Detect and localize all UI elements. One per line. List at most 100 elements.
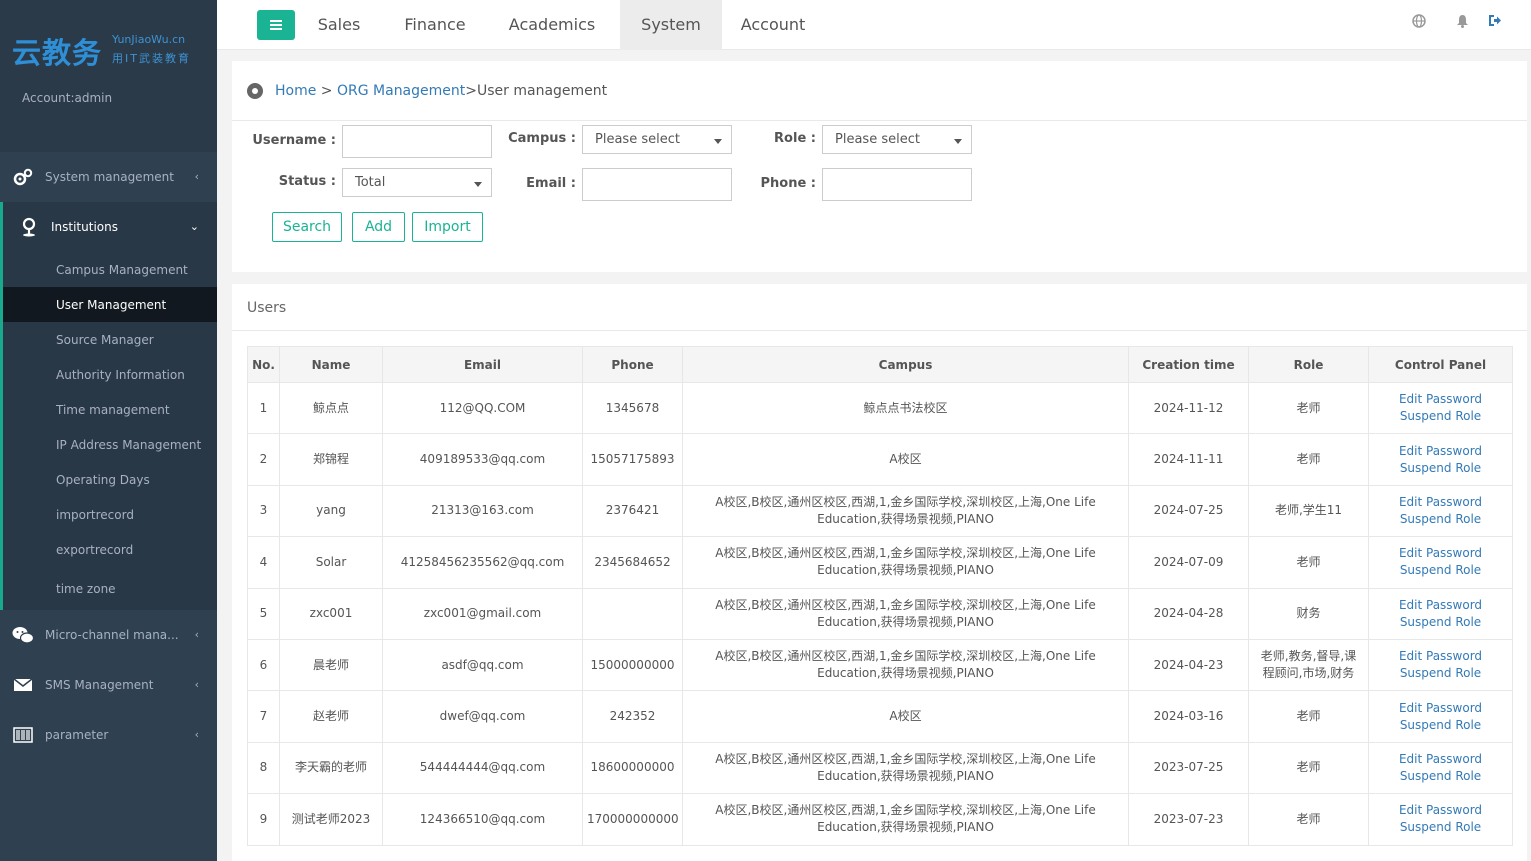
caret-down-icon [714, 139, 722, 144]
tab-sales[interactable]: Sales [299, 0, 379, 50]
campus-label: Campus : [508, 131, 576, 146]
sidebar-item-label: Institutions [51, 220, 118, 234]
cell-campus: A校区,B校区,通州区校区,西湖,1,金乡国际学校,深圳校区,上海,One Li… [682, 484, 1129, 538]
sidebar-sub-operating-days[interactable]: Operating Days [3, 462, 217, 497]
institutions-submenu: Campus Management User Management Source… [0, 252, 217, 610]
sidebar-item-parameter[interactable]: parameter ‹ [0, 710, 217, 760]
suspend-role-link[interactable]: Suspend Role [1373, 562, 1508, 579]
cell-name: 李天霸的老师 [279, 741, 383, 795]
top-navbar: Sales Finance Academics System Account [217, 0, 1531, 50]
sidebar-sub-authority-information[interactable]: Authority Information [3, 357, 217, 392]
username-input[interactable] [342, 125, 492, 158]
logo-area: 云教务 YunJiaoWu.cn 用IT武装教育 Account:admin [0, 0, 217, 152]
edit-password-link[interactable]: Edit Password [1373, 494, 1508, 511]
edit-password-link[interactable]: Edit Password [1373, 648, 1508, 665]
logo-domain: YunJiaoWu.cn [112, 33, 186, 46]
cell-campus: A校区,B校区,通州区校区,西湖,1,金乡国际学校,深圳校区,上海,One Li… [682, 587, 1129, 640]
tab-finance[interactable]: Finance [389, 0, 481, 50]
import-button[interactable]: Import [412, 212, 483, 242]
edit-password-link[interactable]: Edit Password [1373, 700, 1508, 717]
chevron-left-icon: ‹ [194, 628, 199, 641]
users-panel: Users No. Name Email Phone Campus Creati… [232, 284, 1527, 861]
cell-email: 544444444@qq.com [382, 741, 583, 795]
breadcrumb-home[interactable]: Home [275, 83, 316, 99]
cell-control-panel: Edit Password Suspend Role [1368, 741, 1513, 795]
email-label: Email : [526, 176, 576, 191]
cell-campus: A校区,B校区,通州区校区,西湖,1,金乡国际学校,深圳校区,上海,One Li… [682, 793, 1129, 846]
email-input[interactable] [582, 168, 732, 201]
sidebar-item-system-management[interactable]: System management ‹ [0, 152, 217, 202]
cell-email: dwef@qq.com [382, 690, 583, 743]
sidebar-sub-ip-address-management[interactable]: IP Address Management [3, 427, 217, 462]
cell-control-panel: Edit Password Suspend Role [1368, 793, 1513, 846]
cell-no: 9 [247, 793, 280, 846]
logout-icon[interactable] [1488, 14, 1502, 31]
cell-control-panel: Edit Password Suspend Role [1368, 433, 1513, 486]
column-header-control-panel: Control Panel [1368, 346, 1513, 383]
sidebar-sub-time-zone[interactable]: time zone [3, 567, 217, 610]
tab-academics[interactable]: Academics [497, 0, 607, 50]
edit-password-link[interactable]: Edit Password [1373, 391, 1508, 408]
search-button[interactable]: Search [272, 212, 342, 242]
cell-creation-time: 2024-11-12 [1128, 381, 1249, 435]
edit-password-link[interactable]: Edit Password [1373, 597, 1508, 614]
breadcrumb: Home > ORG Management >User management [232, 61, 1527, 121]
menu-toggle-button[interactable] [257, 10, 295, 40]
campus-select[interactable]: Please select [582, 125, 732, 154]
suspend-role-link[interactable]: Suspend Role [1373, 717, 1508, 734]
cell-campus: A校区,B校区,通州区校区,西湖,1,金乡国际学校,深圳校区,上海,One Li… [682, 536, 1129, 589]
breadcrumb-org-management[interactable]: ORG Management [337, 83, 465, 99]
users-title: Users [247, 300, 287, 316]
phone-input[interactable] [822, 168, 972, 201]
map-marker-icon [18, 216, 40, 238]
edit-password-link[interactable]: Edit Password [1373, 443, 1508, 460]
sidebar-sub-campus-management[interactable]: Campus Management [3, 252, 217, 287]
table-row: 8 李天霸的老师 544444444@qq.com 18600000000 A校区,B校… [247, 741, 1513, 795]
cell-campus: 鲸点点书法校区 [682, 381, 1129, 435]
role-label: Role : [774, 131, 816, 146]
cell-creation-time: 2023-07-23 [1128, 793, 1249, 846]
sidebar-sub-source-manager[interactable]: Source Manager [3, 322, 217, 357]
bell-icon[interactable] [1456, 14, 1469, 32]
edit-password-link[interactable]: Edit Password [1373, 802, 1508, 819]
suspend-role-link[interactable]: Suspend Role [1373, 768, 1508, 785]
suspend-role-link[interactable]: Suspend Role [1373, 614, 1508, 631]
cell-phone: 15000000000 [582, 638, 683, 692]
sidebar-sub-exportrecord[interactable]: exportrecord [3, 532, 217, 567]
cell-control-panel: Edit Password Suspend Role [1368, 484, 1513, 538]
sidebar-item-institutions[interactable]: Institutions ⌄ [0, 202, 217, 252]
envelope-icon [12, 674, 34, 696]
sidebar-item-sms-management[interactable]: SMS Management ‹ [0, 660, 217, 710]
edit-password-link[interactable]: Edit Password [1373, 751, 1508, 768]
table-row: 5 zxc001 zxc001@gmail.com A校区,B校区,通州区校区,西湖,… [247, 587, 1513, 640]
suspend-role-link[interactable]: Suspend Role [1373, 819, 1508, 836]
edit-password-link[interactable]: Edit Password [1373, 545, 1508, 562]
sidebar-sub-importrecord[interactable]: importrecord [3, 497, 217, 532]
sidebar-sub-time-management[interactable]: Time management [3, 392, 217, 427]
phone-label: Phone : [760, 176, 816, 191]
cell-name: yang [279, 484, 383, 538]
suspend-role-link[interactable]: Suspend Role [1373, 460, 1508, 477]
suspend-role-link[interactable]: Suspend Role [1373, 408, 1508, 425]
globe-icon[interactable] [1412, 14, 1426, 32]
role-select[interactable]: Please select [822, 125, 972, 154]
status-select[interactable]: Total [342, 168, 492, 197]
cell-creation-time: 2023-07-25 [1128, 741, 1249, 795]
sidebar-sub-user-management[interactable]: User Management [3, 287, 217, 322]
sidebar-item-micro-channel[interactable]: Micro-channel mana... ‹ [0, 610, 217, 660]
cell-role: 老师 [1248, 793, 1369, 846]
cell-role: 老师,教务,督导,课程顾问,市场,财务 [1248, 638, 1369, 692]
cell-control-panel: Edit Password Suspend Role [1368, 381, 1513, 435]
table-row: 2 郑锦程 409189533@qq.com 15057175893 A校区 2024-1… [247, 433, 1513, 486]
cell-email: 124366510@qq.com [382, 793, 583, 846]
tab-account[interactable]: Account [729, 0, 817, 50]
tab-system[interactable]: System [620, 0, 722, 50]
cell-name: 鲸点点 [279, 381, 383, 435]
suspend-role-link[interactable]: Suspend Role [1373, 665, 1508, 682]
suspend-role-link[interactable]: Suspend Role [1373, 511, 1508, 528]
gears-icon [12, 166, 34, 188]
add-button[interactable]: Add [352, 212, 405, 242]
cell-phone: 15057175893 [582, 433, 683, 486]
cell-phone [582, 587, 683, 640]
column-header-phone: Phone [582, 346, 683, 383]
